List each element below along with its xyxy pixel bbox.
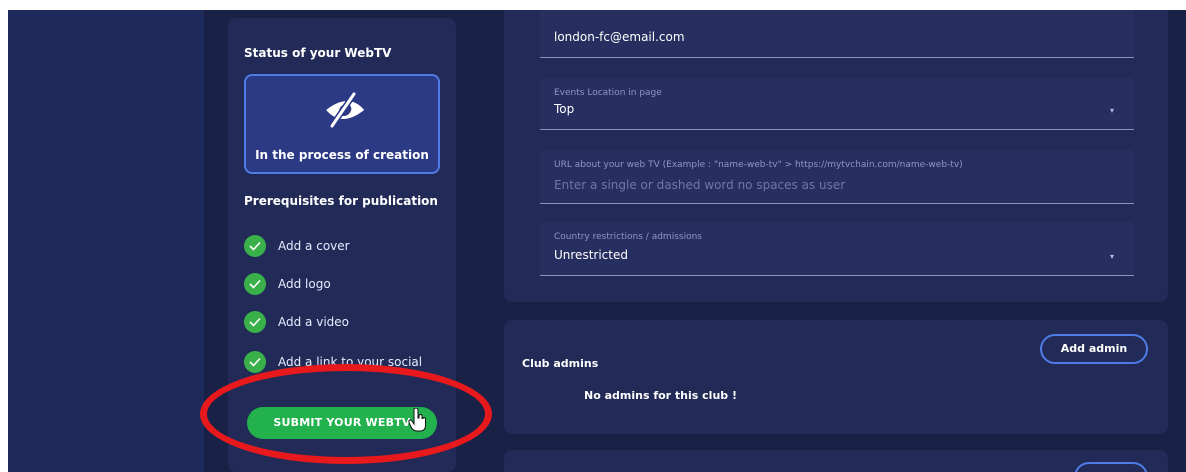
country-restrictions-label: Country restrictions / admissions xyxy=(554,232,702,242)
next-card-button[interactable] xyxy=(1074,462,1148,472)
country-restrictions-value: Unrestricted xyxy=(554,248,628,262)
prerequisite-item: Add a video xyxy=(244,310,349,334)
left-sidebar xyxy=(8,10,204,472)
events-location-select[interactable]: Events Location in page Top ▾ xyxy=(540,78,1134,130)
status-title: Status of your WebTV xyxy=(244,46,392,60)
check-icon xyxy=(244,311,266,333)
next-card xyxy=(504,450,1168,472)
email-value: london-fc@email.com xyxy=(554,30,685,44)
url-label: URL about your web TV (Example : "name-w… xyxy=(554,160,963,170)
club-admins-title: Club admins xyxy=(522,357,599,370)
status-label: In the process of creation xyxy=(255,148,429,162)
check-icon xyxy=(244,235,266,257)
check-icon xyxy=(244,273,266,295)
prerequisites-title: Prerequisites for publication xyxy=(244,194,438,208)
webtv-settings-form: london-fc@email.com Events Location in p… xyxy=(504,10,1168,302)
prerequisite-item: Add a cover xyxy=(244,234,350,258)
check-icon xyxy=(244,351,266,373)
add-admin-button[interactable]: Add admin xyxy=(1040,334,1148,364)
prerequisite-label: Add logo xyxy=(278,277,331,291)
eye-slash-icon xyxy=(326,92,364,128)
prerequisite-item: Add logo xyxy=(244,272,331,296)
no-admins-message: No admins for this club ! xyxy=(584,389,738,402)
prerequisite-label: Add a cover xyxy=(278,239,350,253)
prerequisite-label: Add a video xyxy=(278,315,349,329)
dropdown-arrow-icon: ▾ xyxy=(1109,252,1114,261)
status-card: In the process of creation xyxy=(244,74,440,174)
club-admins-card: Club admins Add admin No admins for this… xyxy=(504,320,1168,434)
events-location-value: Top xyxy=(554,102,575,116)
url-placeholder: Enter a single or dashed word no spaces … xyxy=(554,178,846,192)
events-location-label: Events Location in page xyxy=(554,88,662,98)
country-restrictions-select[interactable]: Country restrictions / admissions Unrest… xyxy=(540,222,1134,276)
email-field[interactable]: london-fc@email.com xyxy=(540,10,1134,58)
url-field[interactable]: URL about your web TV (Example : "name-w… xyxy=(540,150,1134,204)
screen: Status of your WebTV In the process of c… xyxy=(8,10,1186,472)
highlight-circle xyxy=(200,364,492,464)
dropdown-arrow-icon: ▾ xyxy=(1109,106,1114,115)
